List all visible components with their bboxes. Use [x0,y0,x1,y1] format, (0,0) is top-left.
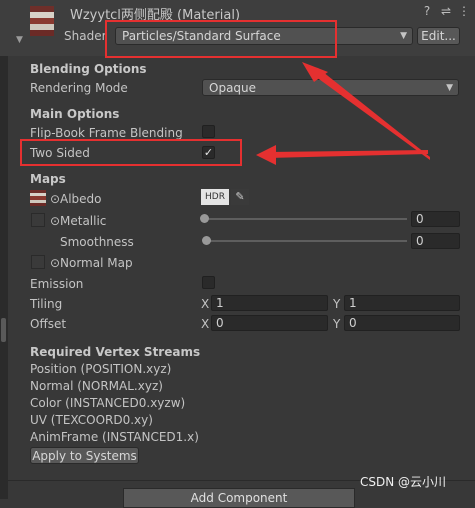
annotation-arrow-two-sided [268,150,428,158]
annotation-arrow-two-sided-head [256,145,276,165]
annotation-arrow-shader [305,66,430,160]
annotation-arrows [256,62,430,165]
